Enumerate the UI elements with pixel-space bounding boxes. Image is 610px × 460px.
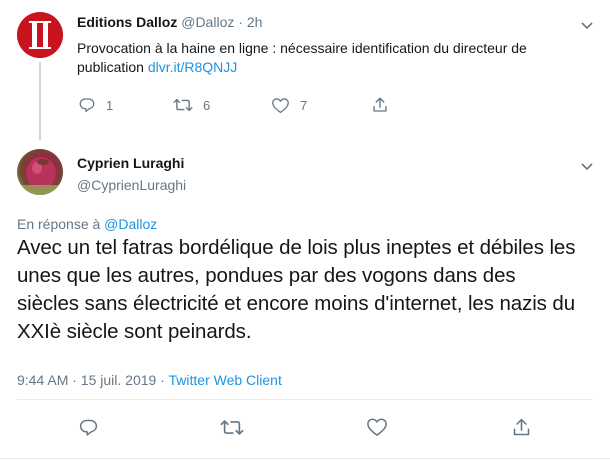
tweet-timestamp[interactable]: 9:44 AM · 15 juil. 2019 · [17,372,169,388]
parent-tweet-text: Provocation à la haine en ligne : nécess… [77,39,587,77]
avatar-image [17,157,63,195]
reply-mention-link[interactable]: @Dalloz [104,216,157,232]
parent-tweet-link[interactable]: dlvr.it/R8QNJJ [148,59,237,75]
retweet-icon [220,419,244,435]
dalloz-avatar[interactable] [17,12,63,58]
parent-reply-button[interactable]: 1 [78,92,113,118]
parent-share-button[interactable] [371,92,389,118]
parent-display-name[interactable]: Editions Dalloz [77,14,177,30]
parent-retweet-button[interactable]: 6 [173,92,210,118]
retweet-icon [173,98,193,112]
parent-time[interactable]: 2h [247,14,263,30]
main-like-button[interactable] [366,414,388,440]
action-divider [17,399,593,400]
like-icon [272,97,289,113]
tweet-meta: 9:44 AM · 15 juil. 2019 · Twitter Web Cl… [17,372,282,388]
parent-reply-count: 1 [106,97,114,113]
bottom-divider [0,458,610,459]
parent-action-bar: 1 6 7 [68,92,408,118]
thread-connector-line [39,62,41,140]
share-icon [373,97,387,112]
parent-separator: · [238,14,243,30]
tweet-source-link[interactable]: Twitter Web Client [169,372,282,388]
like-icon [367,418,387,436]
dalloz-logo [17,12,63,58]
parent-retweet-count: 6 [203,97,211,113]
parent-tweet[interactable]: Editions Dalloz @Dalloz · 2h Provocation… [0,0,610,140]
main-handle[interactable]: @CyprienLuraghi [77,177,186,193]
cyprien-avatar[interactable] [17,149,63,195]
reply-context: En réponse à @Dalloz [17,216,157,232]
main-tweet-text: Avec un tel fatras bordélique de lois pl… [17,236,576,343]
reply-prefix: En réponse à [17,216,105,232]
parent-like-count: 7 [300,97,308,113]
main-retweet-button[interactable] [220,414,244,440]
main-share-button[interactable] [511,414,532,440]
parent-tweet-header: Editions Dalloz @Dalloz · 2h [77,14,262,30]
main-display-name[interactable]: Cyprien Luraghi [77,155,184,171]
main-chevron-down-icon[interactable] [580,159,594,171]
main-reply-button[interactable] [78,414,99,440]
reply-icon [79,419,98,436]
share-icon [513,418,530,435]
parent-chevron-down-icon[interactable] [580,18,594,30]
parent-handle[interactable]: @Dalloz [181,14,234,30]
parent-text-body: Provocation à la haine en ligne : nécess… [77,40,527,75]
reply-icon [79,98,95,113]
main-action-bar [0,412,610,442]
parent-like-button[interactable]: 7 [271,92,307,118]
